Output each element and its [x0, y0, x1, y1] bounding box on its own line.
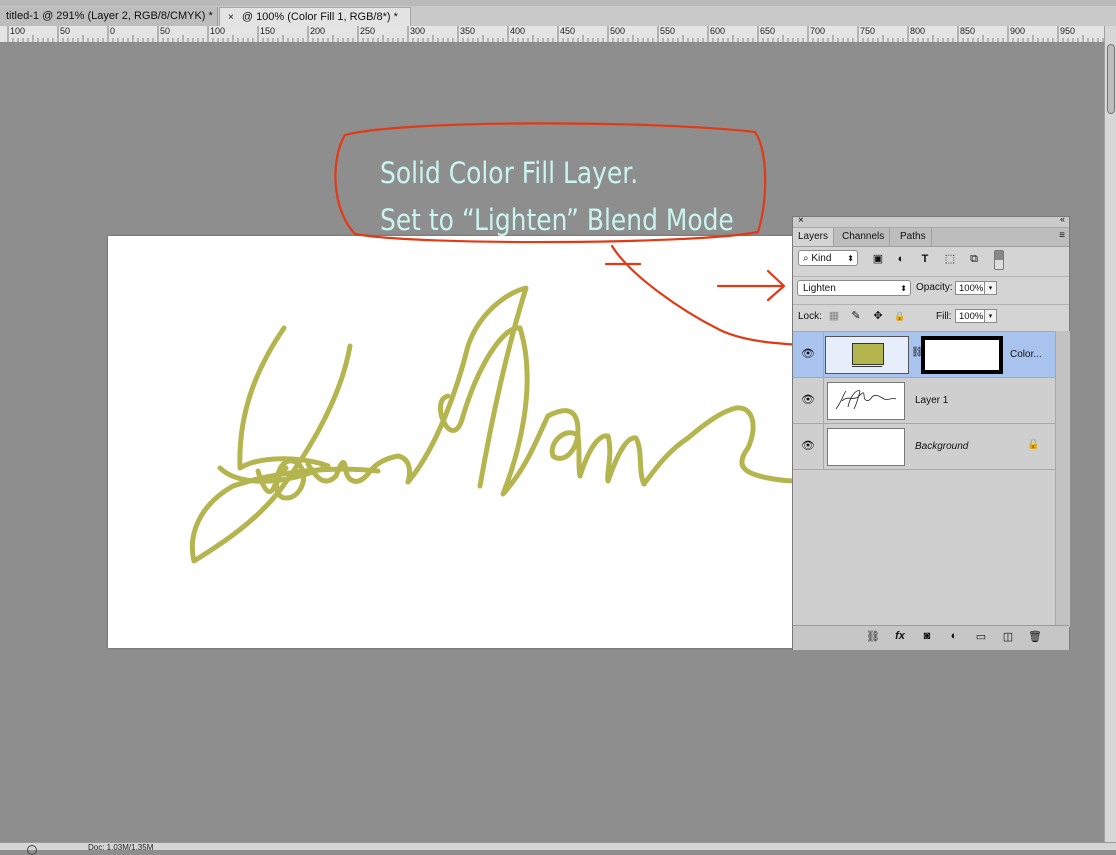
layer-name[interactable]: Background [915, 441, 968, 452]
panel-titlebar: × « [793, 214, 1069, 228]
trash-icon[interactable]: 🗑 [1027, 630, 1043, 643]
color-swatch [852, 343, 884, 365]
kind-label: Kind [811, 253, 832, 264]
panel-collapse-icon[interactable]: « [1060, 214, 1065, 224]
layer-name[interactable]: Color... [1010, 349, 1042, 360]
lock-move-icon[interactable]: ✥ [872, 310, 884, 322]
visibility-eye-icon[interactable]: 👁 [801, 440, 815, 452]
callout-line-2: Set to “Lighten” Blend Mode [380, 203, 734, 237]
opacity-dropdown-icon[interactable]: ▾ [985, 281, 997, 295]
callout-line-1: Solid Color Fill Layer. [380, 156, 639, 190]
opacity-input[interactable]: 100% [955, 281, 985, 295]
dropdown-icon: ⬍ [847, 254, 854, 263]
new-group-folder-icon[interactable]: ▭ [973, 630, 989, 643]
add-mask-icon[interactable]: ◙ [919, 630, 935, 642]
smart-object-filter-icon[interactable]: ⧉ [967, 252, 981, 266]
tab-channels[interactable]: Channels [837, 228, 891, 246]
blend-row: Lighten ⬍ Opacity: 100% ▾ [793, 276, 1069, 299]
new-layer-icon[interactable]: ◫ [1000, 630, 1016, 643]
visibility-eye-icon[interactable]: 👁 [801, 394, 815, 406]
link-layers-icon[interactable]: ⛓ [865, 630, 881, 643]
panel-menu-icon[interactable]: ≡ [1059, 230, 1065, 241]
layer-row-layer-1[interactable]: 👁 Layer 1 [793, 378, 1055, 424]
blend-mode-value: Lighten [803, 283, 836, 294]
tab-paths[interactable]: Paths [895, 228, 932, 246]
lock-pixels-icon[interactable]: ▦ [828, 310, 840, 322]
dropdown-icon: ⬍ [900, 284, 907, 293]
layers-panel: × « Layers Channels Paths ≡ ⌕ Kind ⬍ ▣ ◐… [792, 214, 1070, 650]
opacity-label: Opacity: [916, 282, 953, 293]
divider [823, 378, 824, 424]
filter-toggle[interactable] [994, 250, 1004, 270]
layer-row-background[interactable]: 👁 Background 🔒 [793, 424, 1055, 470]
lock-row: Lock: ▦ ✎ ✥ 🔒 Fill: 100% ▾ [793, 304, 1069, 329]
image-filter-icon[interactable]: ▣ [871, 252, 885, 266]
fill-input[interactable]: 100% [955, 309, 985, 323]
divider [823, 424, 824, 470]
fill-dropdown-icon[interactable]: ▾ [985, 309, 997, 323]
divider [823, 332, 824, 378]
layers-scrollbar[interactable] [1055, 331, 1070, 627]
kind-filter-select[interactable]: ⌕ Kind ⬍ [798, 250, 858, 266]
fx-icon[interactable]: fx [892, 630, 908, 642]
color-fill-thumbnail[interactable] [825, 336, 909, 374]
blend-mode-select[interactable]: Lighten ⬍ [797, 280, 911, 296]
fill-label: Fill: [936, 311, 952, 322]
layer-thumbnail[interactable] [827, 428, 905, 466]
tab-layers[interactable]: Layers [793, 228, 835, 246]
layer-name[interactable]: Layer 1 [915, 395, 948, 406]
signature-thumbnail [835, 390, 897, 410]
callout-text: Solid Color Fill Layer. Set to “Lighten”… [380, 150, 734, 244]
layer-row-color-fill[interactable]: 👁 ⛓ Color... [793, 332, 1055, 378]
swatch-slider [852, 366, 882, 371]
callout-pointer [610, 244, 820, 348]
visibility-eye-icon[interactable]: 👁 [801, 348, 815, 360]
layer-thumbnail[interactable] [827, 382, 905, 420]
lock-icon: 🔒 [1027, 439, 1040, 450]
doc-size: Doc: 1.03M/1.35M [88, 843, 154, 852]
lock-paint-icon[interactable]: ✎ [850, 310, 862, 322]
lock-all-icon[interactable]: 🔒 [894, 310, 906, 322]
adjustment-filter-icon[interactable]: ◐ [894, 252, 908, 266]
layers-footer-toolbar: ⛓ fx ◙ ◐ ▭ ◫ 🗑 [793, 625, 1069, 650]
adjustment-layer-icon[interactable]: ◐ [946, 630, 962, 642]
layers-list: 👁 ⛓ Color... 👁 Layer 1 👁 Background 🔒 [793, 331, 1055, 628]
filter-row: ⌕ Kind ⬍ ▣ ◐ T ⬚ ⧉ [793, 247, 1069, 273]
search-icon: ⌕ [803, 253, 809, 264]
zoom-icon[interactable] [27, 845, 37, 855]
type-filter-icon[interactable]: T [918, 252, 932, 266]
panel-tabs: Layers Channels Paths ≡ [793, 228, 1069, 247]
panel-close-icon[interactable]: × [798, 215, 804, 226]
layer-mask-thumbnail[interactable] [921, 336, 1003, 374]
lock-label: Lock: [798, 311, 822, 322]
shape-filter-icon[interactable]: ⬚ [943, 252, 957, 266]
